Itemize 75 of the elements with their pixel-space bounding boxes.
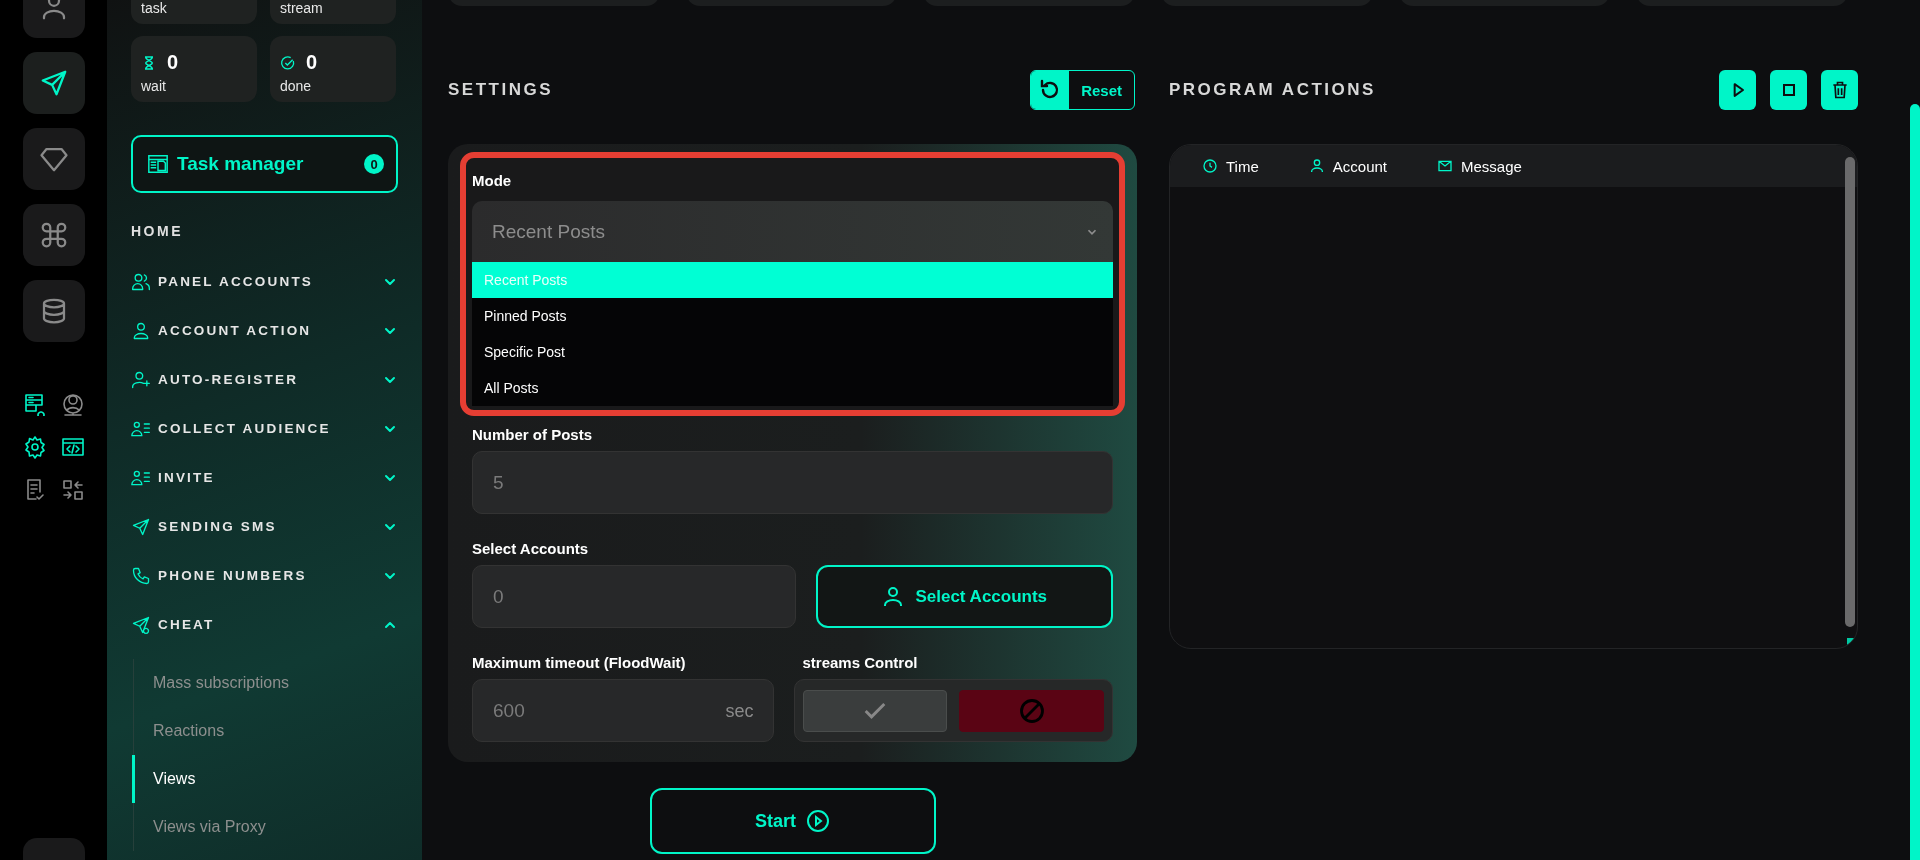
- start-button[interactable]: Start: [649, 788, 936, 854]
- dropdown-option[interactable]: All Posts: [472, 370, 1113, 406]
- section-title: SETTINGS: [448, 80, 553, 100]
- input-field[interactable]: 5: [472, 451, 1113, 514]
- rail-button[interactable]: [22, 204, 85, 266]
- user-icon: [1308, 158, 1325, 174]
- select-accounts-button[interactable]: Select Accounts: [815, 565, 1113, 628]
- nav-item[interactable]: PHONE NUMBERS: [131, 551, 398, 600]
- submenu-item[interactable]: Views via Proxy: [132, 803, 398, 851]
- settings-icon[interactable]: [22, 435, 47, 459]
- nav-label: ACCOUNT ACTION: [158, 323, 313, 338]
- input-field[interactable]: 0: [472, 565, 796, 628]
- send-icon: [131, 516, 151, 537]
- field-label: streams Control: [802, 654, 919, 671]
- clock-icon: [1202, 158, 1218, 174]
- users-icon: [131, 271, 151, 292]
- phone-icon: [131, 565, 151, 586]
- submenu-item[interactable]: Mass subscriptions: [132, 659, 398, 707]
- submenu-item[interactable]: Views: [132, 755, 398, 803]
- code-window-icon[interactable]: [60, 435, 85, 459]
- nav-item[interactable]: ACCOUNT ACTION: [131, 306, 398, 355]
- stat-value: 0: [306, 51, 318, 74]
- submenu-item[interactable]: Reactions: [132, 707, 398, 755]
- dropdown-option[interactable]: Specific Post: [472, 334, 1113, 370]
- reset-button[interactable]: Reset: [1030, 70, 1135, 110]
- nav-label: PANEL ACCOUNTS: [158, 274, 315, 289]
- mail-icon: [1437, 158, 1453, 174]
- dropdown-option[interactable]: Pinned Posts: [472, 298, 1113, 334]
- count-badge: 0: [364, 154, 384, 174]
- user-icon: [131, 320, 151, 341]
- play-button[interactable]: [1719, 70, 1756, 110]
- rail-button[interactable]: [22, 128, 85, 190]
- nav-label: COLLECT AUDIENCE: [158, 421, 332, 436]
- column-header[interactable]: Time: [1202, 157, 1259, 175]
- swap-icon[interactable]: [60, 478, 85, 502]
- nav-item[interactable]: SENDING SMS: [131, 502, 398, 551]
- stop-button[interactable]: [1770, 70, 1807, 110]
- user-network-icon[interactable]: [60, 392, 85, 416]
- block-icon: [1017, 696, 1046, 725]
- nav-label: PHONE NUMBERS: [158, 568, 308, 583]
- field-label: Select Accounts: [472, 540, 590, 557]
- rail-button[interactable]: [22, 52, 85, 114]
- stat-label: task: [141, 0, 168, 16]
- nav-label: CHEAT: [158, 617, 216, 632]
- stat-label: wait: [141, 78, 167, 94]
- nav-item[interactable]: AUTO-REGISTER: [131, 355, 398, 404]
- nav-item[interactable]: CHEAT: [131, 600, 398, 649]
- column-header[interactable]: Message: [1437, 157, 1522, 175]
- nav-label: AUTO-REGISTER: [158, 372, 300, 387]
- stat-label: done: [280, 78, 313, 94]
- rail-button[interactable]: [22, 280, 85, 342]
- field-label: Maximum timeout (FloodWait): [472, 654, 687, 671]
- field-label: Mode: [472, 172, 513, 189]
- task-board-icon: [147, 153, 169, 175]
- stat-value: 0: [167, 51, 179, 74]
- server-check-icon[interactable]: [22, 392, 47, 416]
- play-circle-icon: [806, 809, 830, 833]
- unit-label: sec: [725, 701, 754, 722]
- nav-item[interactable]: COLLECT AUDIENCE: [131, 404, 398, 453]
- scrollbar[interactable]: [1845, 157, 1855, 627]
- nav-label: INVITE: [158, 470, 216, 485]
- section-title: PROGRAM ACTIONS: [1169, 80, 1376, 100]
- stat-label: stream: [280, 0, 324, 16]
- field-label: Number of Posts: [472, 426, 593, 443]
- nav-item[interactable]: PANEL ACCOUNTS: [131, 257, 398, 306]
- nav-item[interactable]: INVITE: [131, 453, 398, 502]
- nav-heading: HOME: [131, 223, 184, 239]
- nav-label: SENDING SMS: [158, 519, 278, 534]
- delete-button[interactable]: [1821, 70, 1858, 110]
- send-plus-icon: [131, 614, 151, 635]
- user-plus-icon: [131, 369, 151, 390]
- column-header[interactable]: Account: [1308, 157, 1387, 175]
- mode-select[interactable]: Recent Posts: [472, 201, 1113, 262]
- scrollbar[interactable]: [1910, 104, 1920, 860]
- task-manager-button[interactable]: Task manager 0: [131, 135, 398, 193]
